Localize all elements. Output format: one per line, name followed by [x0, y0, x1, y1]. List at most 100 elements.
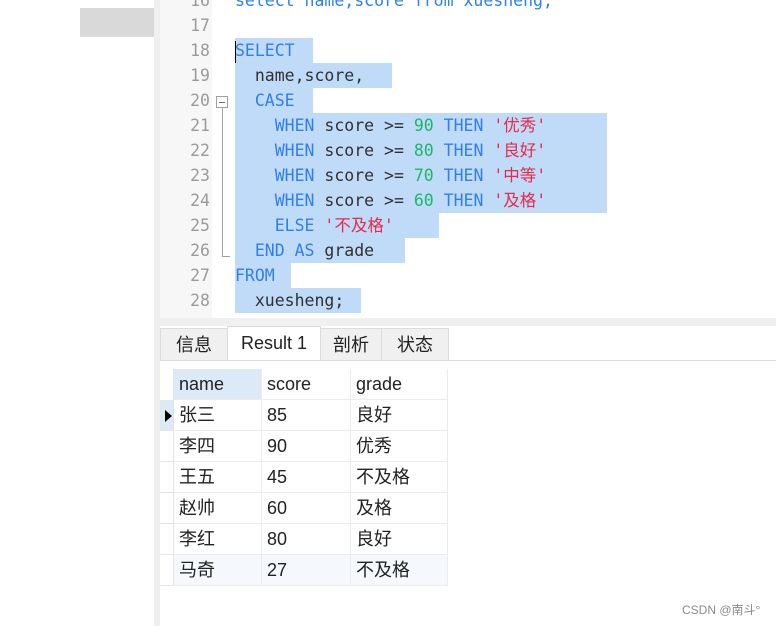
code-token: WHEN: [235, 191, 315, 210]
code-token: '中等': [493, 166, 547, 185]
code-line[interactable]: 28 xuesheng;: [160, 288, 776, 313]
cell-score[interactable]: 27: [262, 555, 351, 586]
line-number: 16: [190, 0, 210, 10]
cell-score[interactable]: 80: [262, 524, 351, 555]
code-text: CASE: [235, 88, 295, 113]
code-text: END AS grade: [235, 238, 374, 263]
line-number: 18: [190, 41, 210, 60]
column-header-grade[interactable]: grade: [351, 369, 448, 400]
code-token: FROM: [235, 266, 275, 285]
code-text: SELECT: [235, 38, 295, 63]
line-number: 22: [190, 141, 210, 160]
code-token: select name,score from xuesheng;: [235, 0, 553, 10]
cell-score[interactable]: 60: [262, 493, 351, 524]
code-line[interactable]: 27 FROM: [160, 263, 776, 288]
code-token: THEN: [433, 116, 494, 135]
code-token: '不及格': [324, 216, 394, 235]
code-token: 70: [413, 166, 434, 185]
code-line[interactable]: 26 END AS grade: [160, 238, 776, 263]
code-token: name,score,: [235, 66, 365, 85]
code-token: score >=: [314, 141, 414, 160]
code-line[interactable]: 22 WHEN score >= 80 THEN '良好': [160, 138, 776, 163]
row-indicator[interactable]: [160, 462, 174, 493]
row-indicator-header: [160, 369, 174, 400]
code-text: ELSE '不及格': [235, 213, 394, 238]
code-line[interactable]: 16 select name,score from xuesheng;: [160, 0, 776, 13]
code-line[interactable]: 18 SELECT: [160, 38, 776, 63]
code-token: '良好': [493, 141, 547, 160]
row-indicator[interactable]: [160, 493, 174, 524]
cell-score[interactable]: 85: [262, 400, 351, 431]
code-text: WHEN score >= 90 THEN '优秀': [235, 113, 546, 138]
cell-name[interactable]: 赵帅: [174, 493, 262, 524]
cell-grade[interactable]: 不及格: [351, 555, 448, 586]
code-text: WHEN score >= 80 THEN '良好': [235, 138, 546, 163]
background-panel: [80, 8, 154, 37]
line-number: 25: [190, 216, 210, 235]
tab-result-1[interactable]: Result 1: [227, 326, 321, 360]
code-text: WHEN score >= 60 THEN '及格': [235, 188, 546, 213]
code-text: xuesheng;: [235, 288, 344, 313]
code-token: score >=: [314, 116, 414, 135]
code-token: score >=: [314, 166, 414, 185]
column-header-score[interactable]: score: [262, 369, 351, 400]
cell-name[interactable]: 李红: [174, 524, 262, 555]
code-token: WHEN: [235, 116, 315, 135]
row-indicator[interactable]: [160, 400, 174, 431]
code-text: select name,score from xuesheng;: [235, 0, 553, 13]
sql-editor[interactable]: 16 select name,score from xuesheng; 17 18 SE…: [160, 0, 776, 318]
current-row-arrow-icon: [165, 410, 172, 422]
code-token: 60: [413, 191, 434, 210]
cell-grade[interactable]: 优秀: [351, 431, 448, 462]
cell-grade[interactable]: 及格: [351, 493, 448, 524]
pane-splitter[interactable]: [160, 318, 776, 326]
code-text: FROM: [235, 263, 275, 288]
code-token: 80: [413, 141, 434, 160]
code-token: 90: [413, 116, 434, 135]
result-tab-bar: 信息 Result 1 剖析 状态: [160, 326, 776, 361]
cell-score[interactable]: 45: [262, 462, 351, 493]
code-line[interactable]: 23 WHEN score >= 70 THEN '中等': [160, 163, 776, 188]
cell-grade[interactable]: 不及格: [351, 462, 448, 493]
code-line[interactable]: 25 ELSE '不及格': [160, 213, 776, 238]
code-token: SELECT: [235, 41, 295, 60]
code-text: name,score,: [235, 63, 364, 88]
line-number: 20: [190, 91, 210, 110]
tab-info[interactable]: 信息: [160, 328, 228, 360]
code-line[interactable]: 24 WHEN score >= 60 THEN '及格': [160, 188, 776, 213]
cell-name[interactable]: 王五: [174, 462, 262, 493]
cell-name[interactable]: 马奇: [174, 555, 262, 586]
code-token: score >=: [314, 191, 414, 210]
code-line[interactable]: 21 WHEN score >= 90 THEN '优秀': [160, 113, 776, 138]
row-indicator[interactable]: [160, 431, 174, 462]
line-number: 26: [190, 241, 210, 260]
code-line[interactable]: 17: [160, 13, 776, 38]
code-line[interactable]: 19 name,score,: [160, 63, 776, 88]
code-token: WHEN: [235, 166, 315, 185]
code-token: CASE: [235, 91, 295, 110]
row-indicator[interactable]: [160, 555, 174, 586]
tab-profile[interactable]: 剖析: [320, 328, 382, 360]
column-header-name[interactable]: name: [174, 369, 262, 400]
code-token: END AS: [235, 241, 325, 260]
code-line[interactable]: 20 CASE: [160, 88, 776, 113]
fold-guide-line: [222, 108, 223, 256]
cell-name[interactable]: 张三: [174, 400, 262, 431]
fold-collapse-icon[interactable]: [216, 96, 228, 108]
code-token: grade: [324, 241, 375, 260]
row-indicator[interactable]: [160, 524, 174, 555]
code-token: ELSE: [235, 216, 325, 235]
cell-score[interactable]: 90: [262, 431, 351, 462]
cell-name[interactable]: 李四: [174, 431, 262, 462]
code-token: THEN: [433, 141, 494, 160]
code-token: '及格': [493, 191, 547, 210]
code-token: xuesheng;: [235, 291, 345, 310]
tab-status[interactable]: 状态: [381, 328, 449, 360]
line-number: 24: [190, 191, 210, 210]
text-caret: [235, 41, 236, 63]
watermark: CSDN @南斗°: [682, 603, 761, 617]
code-text: WHEN score >= 70 THEN '中等': [235, 163, 546, 188]
cell-grade[interactable]: 良好: [351, 524, 448, 555]
cell-grade[interactable]: 良好: [351, 400, 448, 431]
code-token: THEN: [433, 166, 494, 185]
